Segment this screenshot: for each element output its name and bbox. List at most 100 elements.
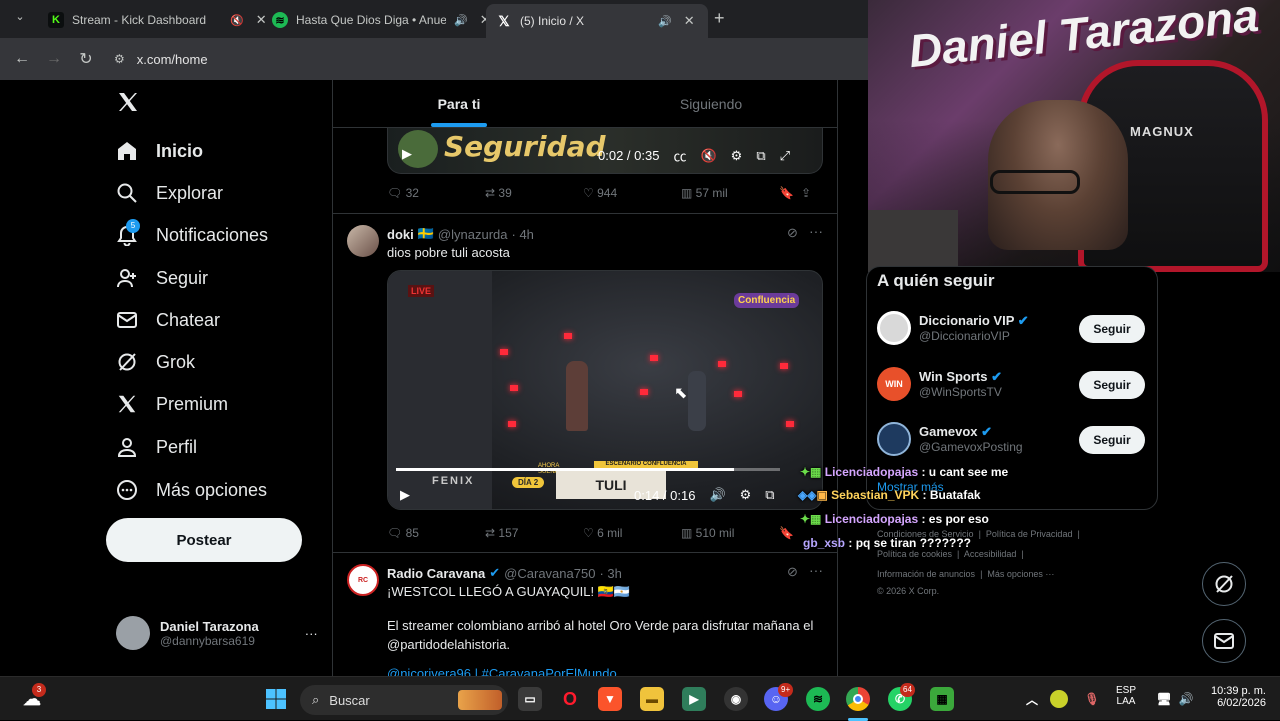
play-icon[interactable]: ▶ [400,487,410,503]
spotify-icon[interactable]: ≋ [806,687,830,711]
author-name[interactable]: Radio Caravana [387,566,485,581]
nav-explorar[interactable]: Explorar [116,182,223,204]
network-icon[interactable]: 🖥 [1152,687,1176,711]
fullscreen-icon[interactable]: ⤢ [780,148,790,164]
bookmark-icon[interactable]: 🔖 [779,526,801,540]
grok-fab-button[interactable] [1202,562,1246,606]
app-icon[interactable]: ▶ [682,687,706,711]
volume-icon[interactable]: 🔊 [1174,687,1198,711]
follow-button[interactable]: Seguir [1079,315,1145,343]
settings-icon[interactable]: ⚙ [731,148,743,164]
grok-icon[interactable]: ⊘ [787,225,798,241]
taskbar-search-input[interactable]: ⌕ Buscar [300,685,508,715]
footer-link[interactable]: Accesibilidad [964,549,1017,559]
discord-badge: 9+ [778,683,794,697]
repost-button[interactable]: ⇄ 157 [485,526,583,540]
nav-grok[interactable]: Grok [116,351,195,373]
video-player[interactable]: Seguridad ▶ 0:02 / 0:35 ㏄ 🔇 ⚙ ⧉ ⤢ [387,128,823,174]
muted-speaker-icon[interactable]: 🔇 [230,14,244,27]
footer-link[interactable]: Información de anuncios [877,569,975,579]
chevron-up-icon[interactable]: ︿ [1020,687,1044,711]
microphone-icon[interactable]: 🎙 [1080,687,1104,711]
video-progress-track[interactable] [396,468,780,471]
post-button[interactable]: Postear [106,518,302,562]
more-dots-icon[interactable]: ··· [305,626,318,641]
url-field[interactable]: ⚙ x.com/home [114,52,208,67]
nav-mas-opciones[interactable]: Más opciones [116,479,267,501]
tab-para-ti[interactable]: Para ti [333,80,585,127]
site-info-icon[interactable]: ⚙ [114,52,125,66]
close-tab-icon[interactable]: ✕ [684,13,695,29]
nav-notificaciones[interactable]: 5 Notificaciones [116,219,268,246]
settings-icon[interactable]: ⚙ [740,487,752,503]
reload-icon[interactable]: ↻ [70,49,102,69]
follow-suggestion[interactable]: WIN Win Sports ✔ @WinSportsTV [877,367,1002,401]
reply-button[interactable]: 🗨 32 [387,186,485,200]
avatar[interactable] [347,225,379,257]
nav-premium[interactable]: Premium [116,393,228,415]
tab-list-chevron-icon[interactable]: ⌄ [8,10,32,30]
clock[interactable]: 10:39 p. m. 6/02/2026 [1200,685,1266,709]
repost-button[interactable]: ⇄ 39 [485,186,583,200]
follow-suggestion[interactable]: Gamevox ✔ @GamevoxPosting [877,422,1023,456]
opera-icon[interactable]: O [558,687,582,711]
speaker-icon[interactable]: 🔊 [658,15,672,28]
reply-button[interactable]: 🗨 85 [387,526,485,540]
task-view-icon[interactable]: ▭ [518,687,542,711]
grok-icon[interactable]: ⊘ [787,564,798,580]
messages-fab-button[interactable] [1202,619,1246,663]
like-button[interactable]: ♡ 944 [583,186,681,200]
more-dots-icon[interactable]: ··· [809,562,823,578]
bookmark-icon[interactable]: 🔖 [779,186,801,200]
tab-x-home[interactable]: 𝕏 (5) Inicio / X 🔊 ✕ [486,4,708,38]
obs-icon[interactable]: ◉ [724,687,748,711]
popout-icon[interactable]: ⧉ [756,148,765,164]
views-button[interactable]: ▥ 57 mil [681,186,779,200]
windows-start-icon[interactable] [264,687,288,711]
footer-link[interactable]: Más opciones ··· [987,569,1054,579]
footer-link[interactable]: Política de Privacidad [986,529,1073,539]
tab-siguiendo[interactable]: Siguiendo [585,80,837,127]
tray-app-icon[interactable] [1050,690,1068,708]
forward-arrow-icon[interactable]: → [38,50,70,68]
nav-chatear[interactable]: Chatear [116,309,220,331]
brave-icon[interactable]: ▼ [598,687,622,711]
tab-spotify[interactable]: ≋ Hasta Que Dios Diga • Anue 🔊 ✕ [262,6,501,34]
x-logo-icon[interactable] [116,90,140,118]
play-icon[interactable]: ▶ [402,146,412,162]
volume-icon[interactable]: 🔊 [709,487,725,503]
mute-icon[interactable]: 🔇 [700,148,716,164]
reply-count: 32 [405,186,419,200]
stage-light [786,421,794,427]
file-explorer-icon[interactable]: ▬ [640,687,664,711]
chrome-icon[interactable] [846,687,870,711]
video-player[interactable]: LIVE Confluencia AHORA SUENA ESCENARIO C… [387,270,823,510]
back-arrow-icon[interactable]: ← [6,50,38,68]
nav-perfil[interactable]: Perfil [116,436,197,458]
minecraft-icon[interactable]: ▦ [930,687,954,711]
follow-suggestion[interactable]: Diccionario VIP ✔ @DiccionarioVIP [877,311,1029,345]
captions-icon[interactable]: ㏄ [673,146,686,165]
more-dots-icon[interactable]: ··· [809,223,823,239]
follow-button[interactable]: Seguir [1079,371,1145,399]
account-switcher[interactable]: Daniel Tarazona @dannybarsa619 ··· [116,616,318,650]
keyboard-layout: LAA [1116,696,1136,707]
tab-kick-dashboard[interactable]: K Stream - Kick Dashboard 🔇 ✕ [38,6,277,34]
nav-seguir[interactable]: Seguir [116,267,208,289]
language-indicator[interactable]: ESP LAA [1112,685,1140,707]
nav-inicio[interactable]: Inicio [116,140,203,162]
author-name[interactable]: doki [387,227,414,242]
popout-icon[interactable]: ⧉ [765,487,774,503]
avatar[interactable]: RC [347,564,379,596]
divider [333,213,837,214]
footer-link[interactable]: Política de cookies [877,549,952,559]
speaker-icon[interactable]: 🔊 [454,14,468,27]
author-handle[interactable]: @Caravana750 [504,566,595,581]
views-button[interactable]: ▥ 510 mil [681,526,779,540]
follow-button[interactable]: Seguir [1079,426,1145,454]
new-tab-button[interactable]: + [714,8,725,29]
like-button[interactable]: ♡ 6 mil [583,526,681,540]
share-icon[interactable]: ⇪ [801,186,811,200]
post-text-links[interactable]: @nicorivera96 | #CaravanaPorElMundo [387,664,617,676]
author-handle[interactable]: @lynazurda [438,227,508,242]
